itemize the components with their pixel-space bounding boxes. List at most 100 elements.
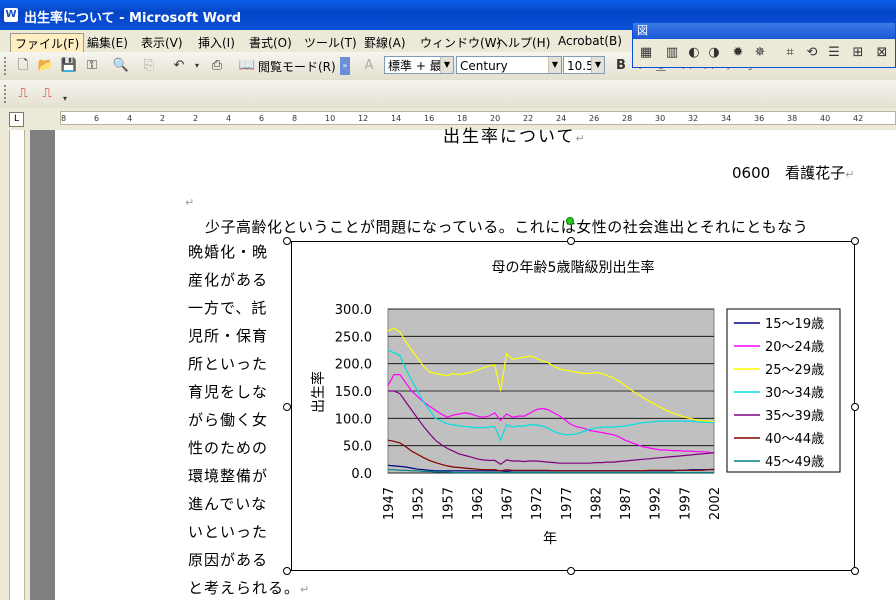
resize-handle[interactable]: [851, 237, 859, 245]
ruler-number: 14: [391, 114, 402, 123]
bold-icon[interactable]: B: [612, 57, 630, 75]
undo-dropdown-icon[interactable]: ▾: [188, 57, 206, 75]
permission-icon[interactable]: ⚿: [83, 57, 101, 75]
rotate-icon[interactable]: ⟲: [803, 44, 821, 62]
x-tick-label: 1962: [471, 487, 486, 520]
x-tick-label: 1982: [589, 487, 604, 520]
legend-label: 40〜44歳: [765, 432, 824, 447]
rotate-handle[interactable]: [566, 217, 574, 225]
undo-icon[interactable]: ↶: [170, 57, 188, 75]
ruler-number: 10: [325, 114, 336, 123]
ruler-number: 2: [160, 114, 166, 123]
y-tick-label: 300.0: [335, 303, 372, 318]
resize-handle[interactable]: [283, 567, 291, 575]
toolbar-grip[interactable]: [4, 85, 10, 103]
wrapped-text-line: いといった: [188, 523, 269, 541]
styles-icon[interactable]: A: [360, 57, 378, 75]
picture-toolbar: 図 ▦ ▥ ◐ ◑ ✹ ✵ ⌗ ⟲ ☰ ⊞ ⊠: [632, 22, 896, 68]
line-style-icon[interactable]: ☰: [825, 44, 843, 62]
less-brightness-icon[interactable]: ✵: [751, 44, 769, 62]
body-line-1: 少子高齢化ということが問題になっている。これには女性の社会進出とそれにともなう: [205, 218, 809, 236]
save-icon[interactable]: 💾: [60, 57, 78, 75]
convert-and-email-icon[interactable]: ⎍: [38, 85, 56, 103]
chevron-down-icon[interactable]: ▼: [548, 57, 561, 73]
author-line: 0600 看護花子↵: [732, 164, 855, 182]
read-icon[interactable]: ⎙: [208, 57, 226, 75]
acrobat-toolbar: ⎍ ⎍ ▾: [0, 80, 896, 109]
y-axis-label: 出生率: [310, 371, 327, 413]
compress-icon[interactable]: ⊞: [849, 44, 867, 62]
chart-title: 母の年齢5歳階級別出生率: [492, 259, 655, 276]
ruler-number: 4: [226, 114, 232, 123]
style-combo[interactable]: 標準 + 最 ▼: [384, 56, 454, 74]
menu-file[interactable]: ファイル(F): [10, 33, 85, 54]
ruler-number: 40: [820, 114, 831, 123]
color-icon[interactable]: ▥: [663, 44, 681, 62]
menu-acrobat[interactable]: Acrobat(B): [554, 33, 626, 49]
less-contrast-icon[interactable]: ◑: [705, 44, 723, 62]
print-preview-icon[interactable]: 🔍: [112, 57, 130, 75]
toolbar-grip[interactable]: [4, 57, 10, 75]
tab-selector-icon[interactable]: L: [9, 112, 24, 127]
x-tick-label: 1952: [412, 487, 427, 520]
resize-handle[interactable]: [851, 567, 859, 575]
research-icon[interactable]: ⎘: [140, 57, 158, 75]
font-size-combo[interactable]: 10.5 ▼: [563, 56, 605, 74]
y-tick-label: 150.0: [335, 385, 372, 400]
x-tick-label: 1947: [382, 487, 397, 520]
open-folder-icon[interactable]: 📂: [37, 57, 55, 75]
birth-rate-chart: 母の年齢5歳階級別出生率 300.0 250.0 200.0 150.0 100.0 50.…: [310, 259, 841, 547]
menu-insert[interactable]: 挿入(I): [194, 33, 239, 52]
resize-handle[interactable]: [283, 237, 291, 245]
menu-table[interactable]: 罫線(A): [360, 33, 410, 52]
ruler-number: 36: [754, 114, 765, 123]
wrapped-text-line: と考えられる。↵: [188, 579, 311, 597]
resize-handle[interactable]: [851, 403, 859, 411]
legend-label: 15〜19歳: [765, 317, 824, 332]
menu-help[interactable]: ヘルプ(H): [492, 33, 554, 52]
ruler-number: 28: [622, 114, 633, 123]
chevron-down-icon[interactable]: ▼: [440, 57, 453, 73]
text-wrap-icon[interactable]: ⊠: [873, 44, 891, 62]
vertical-ruler[interactable]: [9, 130, 25, 600]
insert-picture-icon[interactable]: ▦: [637, 44, 655, 62]
x-tick-label: 2002: [708, 487, 723, 520]
x-tick-label: 1992: [649, 487, 664, 520]
chevron-down-icon[interactable]: ▼: [591, 57, 604, 73]
y-tick-label: 200.0: [335, 358, 372, 373]
resize-handle[interactable]: [283, 403, 291, 411]
window-title: 出生率について - Microsoft Word: [24, 11, 242, 26]
new-document-icon[interactable]: 🗋: [14, 57, 32, 75]
ruler-number: 8: [61, 114, 67, 123]
x-tick-label: 1972: [530, 487, 545, 520]
read-mode-button[interactable]: 閲覧モード(R): [258, 58, 336, 75]
crop-icon[interactable]: ⌗: [781, 44, 799, 62]
x-tick-label: 1967: [501, 487, 516, 520]
resize-handle[interactable]: [567, 237, 575, 245]
wrapped-text-line: 晩婚化・晩: [188, 243, 269, 261]
legend-label: 20〜24歳: [765, 340, 824, 355]
menu-edit[interactable]: 編集(E): [83, 33, 132, 52]
legend-label: 45〜49歳: [765, 455, 824, 470]
toolbar-options-icon[interactable]: ▾: [60, 90, 70, 108]
font-combo[interactable]: Century ▼: [456, 56, 562, 74]
wrapped-text-line: 進んでいな: [188, 495, 268, 513]
legend-label: 35〜39歳: [765, 409, 824, 424]
read-mode-icon[interactable]: 📖: [238, 57, 256, 75]
menu-format[interactable]: 書式(O): [245, 33, 296, 52]
ruler-number: 30: [655, 114, 666, 123]
wrapped-text-line: 育児をしな: [188, 383, 269, 401]
menu-tools[interactable]: ツール(T): [300, 33, 361, 52]
y-tick-label: 250.0: [335, 330, 372, 345]
resize-handle[interactable]: [567, 567, 575, 575]
ruler-number: 38: [787, 114, 798, 123]
convert-to-pdf-icon[interactable]: ⎍: [14, 85, 32, 103]
chart-object[interactable]: 母の年齢5歳階級別出生率 300.0 250.0 200.0 150.0 100.0 50.…: [291, 241, 855, 571]
word-icon[interactable]: W: [4, 8, 18, 22]
wrapped-text-line: 性のための: [188, 439, 269, 457]
toolbar-options-icon[interactable]: »: [340, 57, 350, 75]
wrapped-text-line: 産化がある: [188, 271, 269, 289]
more-contrast-icon[interactable]: ◐: [685, 44, 703, 62]
menu-view[interactable]: 表示(V): [137, 33, 187, 52]
more-brightness-icon[interactable]: ✹: [729, 44, 747, 62]
